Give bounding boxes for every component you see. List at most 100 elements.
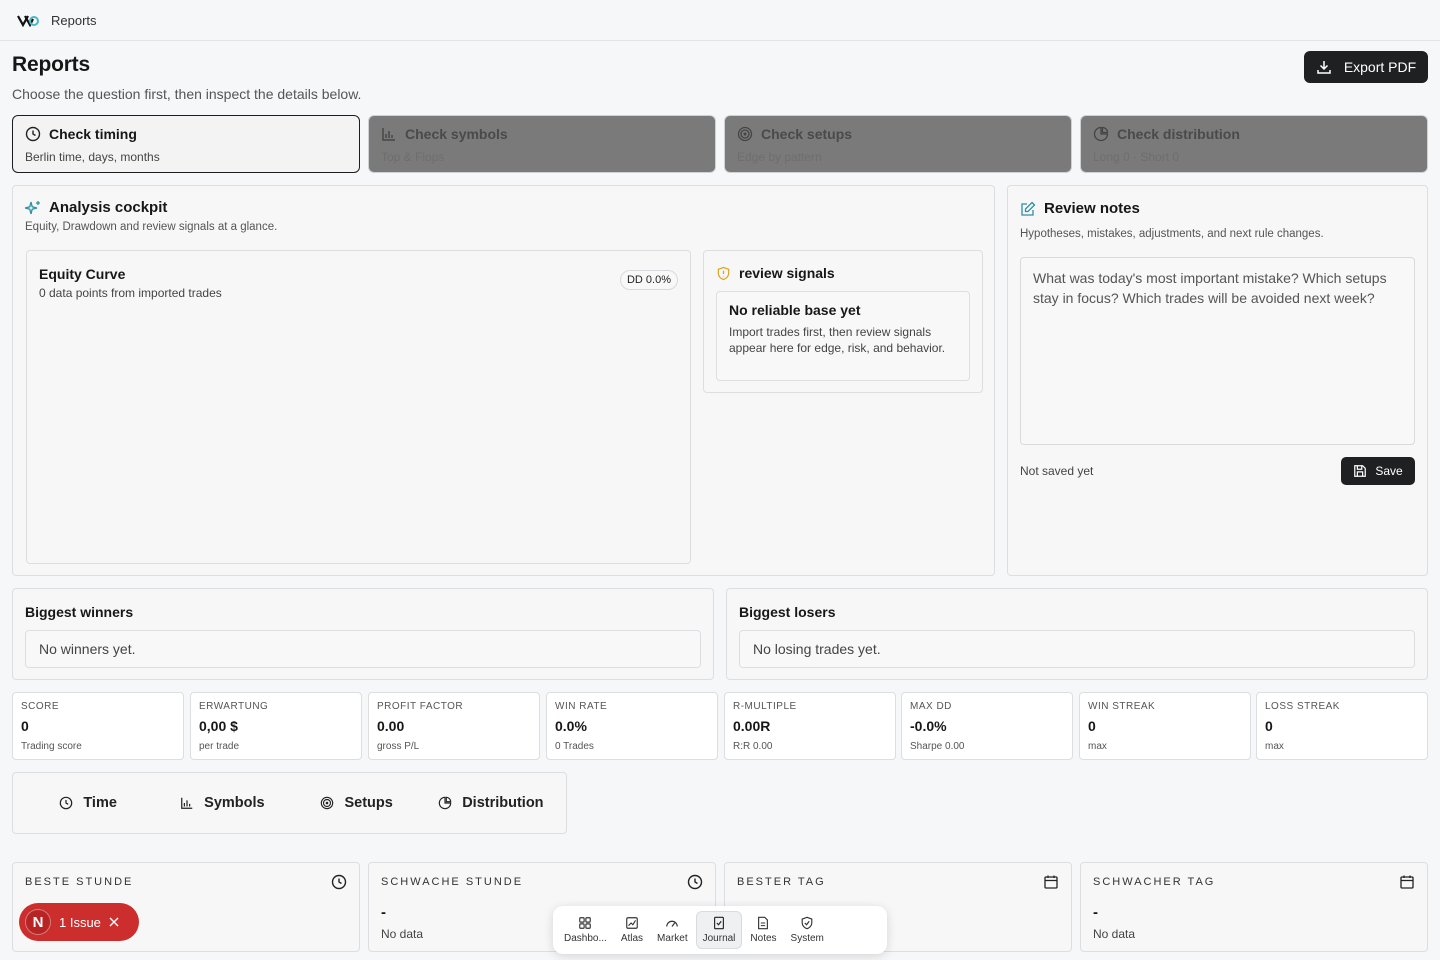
analysis-cockpit-panel: Analysis cockpit Equity, Drawdown and re… xyxy=(12,185,995,576)
question-sub: Top & Flops xyxy=(381,150,445,164)
clock-icon xyxy=(25,126,41,142)
stat-tile-max-dd: MAX DD -0.0% Sharpe 0.00 xyxy=(901,692,1073,760)
stat-value: 0 xyxy=(1265,718,1273,734)
stat-label: ERWARTUNG xyxy=(199,701,269,712)
stat-label: LOSS STREAK xyxy=(1265,701,1340,712)
card-label: BESTER TAG xyxy=(737,876,826,888)
review-notes-panel: Review notes Hypotheses, mistakes, adjus… xyxy=(1007,185,1428,576)
card-sub: No data xyxy=(1093,927,1136,941)
review-signals-empty: No reliable base yet Import trades first… xyxy=(716,291,970,381)
stat-tile-profit-factor: PROFIT FACTOR 0.00 gross P/L xyxy=(368,692,540,760)
dashboard-icon xyxy=(579,917,592,929)
question-check-setups[interactable]: Check setups Edge by pattern xyxy=(724,115,1072,173)
stat-sub: Trading score xyxy=(21,741,82,752)
tab-symbols[interactable]: Symbols xyxy=(155,795,289,811)
losers-title: Biggest losers xyxy=(739,604,836,620)
stat-label: MAX DD xyxy=(910,701,952,712)
edit-note-icon xyxy=(1021,201,1036,216)
card-label: SCHWACHE STUNDE xyxy=(381,876,524,888)
stat-tile-score: SCORE 0 Trading score xyxy=(12,692,184,760)
stat-label: R-MULTIPLE xyxy=(733,701,797,712)
dock-label: Market xyxy=(657,933,688,944)
stat-tile-loss-streak: LOSS STREAK 0 max xyxy=(1256,692,1428,760)
dock-item-dashboard[interactable]: Dashbo... xyxy=(558,912,613,948)
dock-label: System xyxy=(790,933,824,944)
bottom-dock: Dashbo... Atlas Market Journal Notes Sys… xyxy=(553,906,887,954)
sparkle-icon xyxy=(25,200,40,214)
card-value: - xyxy=(1093,904,1098,921)
dock-label: Atlas xyxy=(620,933,644,944)
card-weak-day: SCHWACHER TAG - No data xyxy=(1080,862,1428,952)
tab-setups[interactable]: Setups xyxy=(290,795,424,811)
dock-item-system[interactable]: System xyxy=(785,912,830,948)
stat-tile-win-rate: WIN RATE 0.0% 0 Trades xyxy=(546,692,718,760)
biggest-losers-panel: Biggest losers No losing trades yet. xyxy=(726,588,1428,680)
dock-item-notes[interactable]: Notes xyxy=(744,912,782,948)
tab-label: Time xyxy=(83,795,117,811)
save-status: Not saved yet xyxy=(1020,464,1094,478)
stat-sub: 0 Trades xyxy=(555,741,594,752)
stat-sub: gross P/L xyxy=(377,741,420,752)
card-label: BESTE STUNDE xyxy=(25,876,134,888)
empty-title: No reliable base yet xyxy=(729,302,861,318)
bar-chart-icon xyxy=(382,128,395,141)
app-logo[interactable] xyxy=(17,13,39,27)
top-bar: Reports xyxy=(0,0,1440,41)
download-icon xyxy=(1317,61,1331,74)
question-title: Check symbols xyxy=(405,126,508,142)
save-button[interactable]: Save xyxy=(1341,457,1415,485)
question-sub: Edge by pattern xyxy=(737,150,822,164)
question-selector: Check timing Berlin time, days, months C… xyxy=(12,115,1428,173)
page-header: Reports Choose the question first, then … xyxy=(12,53,361,102)
dock-item-atlas[interactable]: Atlas xyxy=(615,912,649,948)
question-check-timing[interactable]: Check timing Berlin time, days, months xyxy=(12,115,360,173)
page-subtitle: Choose the question first, then inspect … xyxy=(12,86,362,102)
losers-empty: No losing trades yet. xyxy=(739,630,1415,668)
question-check-symbols[interactable]: Check symbols Top & Flops xyxy=(368,115,716,173)
tab-time[interactable]: Time xyxy=(21,795,155,811)
stat-value: 0 xyxy=(21,718,29,734)
tab-distribution[interactable]: Distribution xyxy=(424,795,558,811)
tab-label: Setups xyxy=(344,795,393,811)
close-icon[interactable] xyxy=(109,917,119,927)
clock-icon xyxy=(60,796,73,810)
tab-label: Distribution xyxy=(462,795,544,811)
issue-avatar: N xyxy=(25,909,51,935)
stat-value: 0.00R xyxy=(733,718,771,734)
review-notes-textarea[interactable]: What was today's most important mistake?… xyxy=(1020,257,1415,445)
target-icon xyxy=(737,126,753,142)
shield-alert-icon xyxy=(717,266,730,280)
dock-label: Notes xyxy=(750,933,777,944)
stat-value: 0.00 xyxy=(377,718,405,734)
analysis-tabs: Time Symbols Setups Distribution xyxy=(12,772,567,834)
tab-label: Symbols xyxy=(204,795,265,811)
pie-chart-icon xyxy=(438,796,452,810)
card-label: SCHWACHER TAG xyxy=(1093,876,1216,888)
question-check-distribution[interactable]: Check distribution Long 0 · Short 0 xyxy=(1080,115,1428,173)
stat-sub: R:R 0.00 xyxy=(733,741,773,752)
issue-indicator[interactable]: N 1 Issue xyxy=(19,903,139,941)
stat-tile-erwartung: ERWARTUNG 0,00 $ per trade xyxy=(190,692,362,760)
empty-text: Import trades first, then review signals… xyxy=(729,325,946,355)
textarea-placeholder: What was today's most important mistake?… xyxy=(1033,270,1387,306)
review-signals-title: review signals xyxy=(739,265,835,281)
stat-sub: Sharpe 0.00 xyxy=(910,741,965,752)
bar-chart-icon xyxy=(181,797,193,809)
cockpit-title: Analysis cockpit xyxy=(49,199,168,216)
stat-label: WIN STREAK xyxy=(1088,701,1156,712)
breadcrumb[interactable]: Reports xyxy=(51,13,97,28)
stat-label: PROFIT FACTOR xyxy=(377,701,464,712)
stat-value: 0 xyxy=(1088,718,1096,734)
question-title: Check setups xyxy=(761,126,853,142)
stat-label: WIN RATE xyxy=(555,701,608,712)
export-pdf-button[interactable]: Export PDF xyxy=(1304,51,1428,83)
biggest-winners-panel: Biggest winners No winners yet. xyxy=(12,588,714,680)
dock-item-journal[interactable]: Journal xyxy=(695,911,743,949)
stat-sub: max xyxy=(1088,741,1107,752)
dock-item-market[interactable]: Market xyxy=(651,912,694,948)
gauge-icon xyxy=(666,920,679,927)
pie-chart-icon xyxy=(1093,126,1109,142)
export-pdf-label: Export PDF xyxy=(1343,59,1417,75)
save-label: Save xyxy=(1375,464,1403,478)
question-title: Check distribution xyxy=(1117,126,1240,142)
